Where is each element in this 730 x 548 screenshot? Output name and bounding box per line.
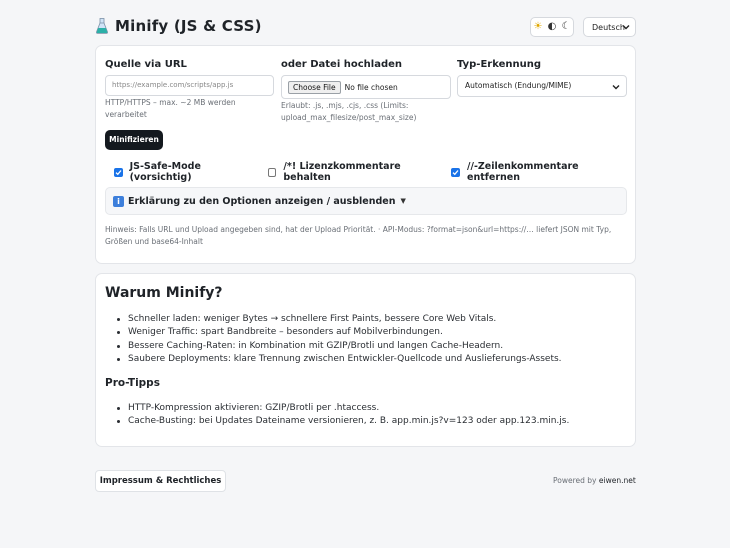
flask-icon (96, 18, 108, 34)
chevron-down-icon (622, 25, 630, 30)
why-heading: Warum Minify? (105, 285, 223, 301)
imprint-button[interactable]: Impressum & Rechtliches (95, 470, 226, 492)
disclosure-triangle-icon: ▼ (400, 197, 406, 205)
chevron-down-icon (612, 85, 620, 90)
choose-file-button[interactable]: Choose File (288, 80, 341, 94)
theme-switcher: ☀ ◐ ☾ (530, 17, 574, 37)
type-select[interactable]: Automatisch (Endung/MIME) (457, 75, 627, 97)
url-hint: HTTP/HTTPS – max. ~2 MB werden verarbeit… (105, 98, 236, 119)
option-keep-license-comments[interactable]: /*! Lizenzkommentare behalten (267, 161, 444, 183)
minify-button[interactable]: Minifizieren (105, 130, 163, 150)
type-select-value: Automatisch (Endung/MIME) (465, 81, 572, 90)
list-item: Saubere Deployments: klare Trennung zwis… (117, 353, 562, 366)
tips-heading: Pro-Tipps (105, 377, 160, 389)
minify-form-card: Quelle via URL https://example.com/scrip… (95, 45, 636, 264)
why-list: Schneller laden: weniger Bytes → schnell… (117, 313, 562, 367)
file-status: No file chosen (344, 82, 398, 92)
checkbox-checked-icon[interactable] (114, 167, 123, 177)
options-explanation-toggle[interactable]: i Erklärung zu den Optionen anzeigen / a… (105, 187, 627, 215)
moon-icon[interactable]: ☾ (559, 18, 573, 36)
details-label: Erklärung zu den Optionen anzeigen / aus… (128, 195, 396, 207)
tips-list: HTTP-Kompression aktivieren: GZIP/Brotli… (117, 402, 569, 429)
url-input[interactable]: https://example.com/scripts/app.js (105, 75, 274, 96)
language-select-value: Deutsch (592, 22, 625, 32)
option-label: JS-Safe-Mode (vorsichtig) (129, 161, 201, 183)
page-title-text: Minify (JS & CSS) (115, 17, 262, 35)
powered-by: Powered by eiwen.net (553, 476, 636, 485)
option-remove-line-comments[interactable]: //-Zeilenkommentare entfernen (451, 161, 627, 183)
list-item: Bessere Caching-Raten: in Kombination mi… (117, 340, 562, 353)
list-item: Schneller laden: weniger Bytes → schnell… (117, 313, 562, 326)
upload-hint: Erlaubt: .js, .mjs, .cjs, .css (Limits: … (281, 101, 417, 122)
upload-label: oder Datei hochladen (281, 59, 403, 70)
options-row: JS-Safe-Mode (vorsichtig) /*! Lizenzkomm… (114, 161, 635, 183)
file-input[interactable]: Choose File No file chosen (281, 75, 451, 99)
checkbox-unchecked-icon[interactable] (267, 167, 277, 177)
header: Minify (JS & CSS) ☀ ◐ ☾ Deutsch (95, 14, 636, 40)
page-title: Minify (JS & CSS) (95, 17, 262, 35)
powered-by-text: Powered by (553, 476, 597, 485)
info-card: Warum Minify? Schneller laden: weniger B… (95, 273, 636, 447)
list-item: Cache-Busting: bei Updates Dateiname ver… (117, 415, 569, 428)
list-item: Weniger Traffic: spart Bandbreite – beso… (117, 326, 562, 339)
type-label: Typ-Erkennung (457, 59, 542, 70)
sun-icon[interactable]: ☀ (531, 18, 545, 36)
list-item: HTTP-Kompression aktivieren: GZIP/Brotli… (117, 402, 569, 415)
half-circle-icon[interactable]: ◐ (545, 18, 559, 36)
option-js-safe-mode[interactable]: JS-Safe-Mode (vorsichtig) (114, 161, 260, 183)
checkbox-checked-icon[interactable] (451, 167, 460, 177)
option-label: //-Zeilenkommentare entfernen (467, 161, 579, 183)
option-label: /*! Lizenzkommentare behalten (283, 161, 401, 183)
info-icon: i (113, 195, 124, 207)
url-label: Quelle via URL (105, 59, 187, 70)
footnote: Hinweis: Falls URL und Upload angegeben … (105, 225, 612, 246)
powered-by-link[interactable]: eiwen.net (599, 476, 636, 485)
language-select[interactable]: Deutsch (583, 17, 636, 37)
